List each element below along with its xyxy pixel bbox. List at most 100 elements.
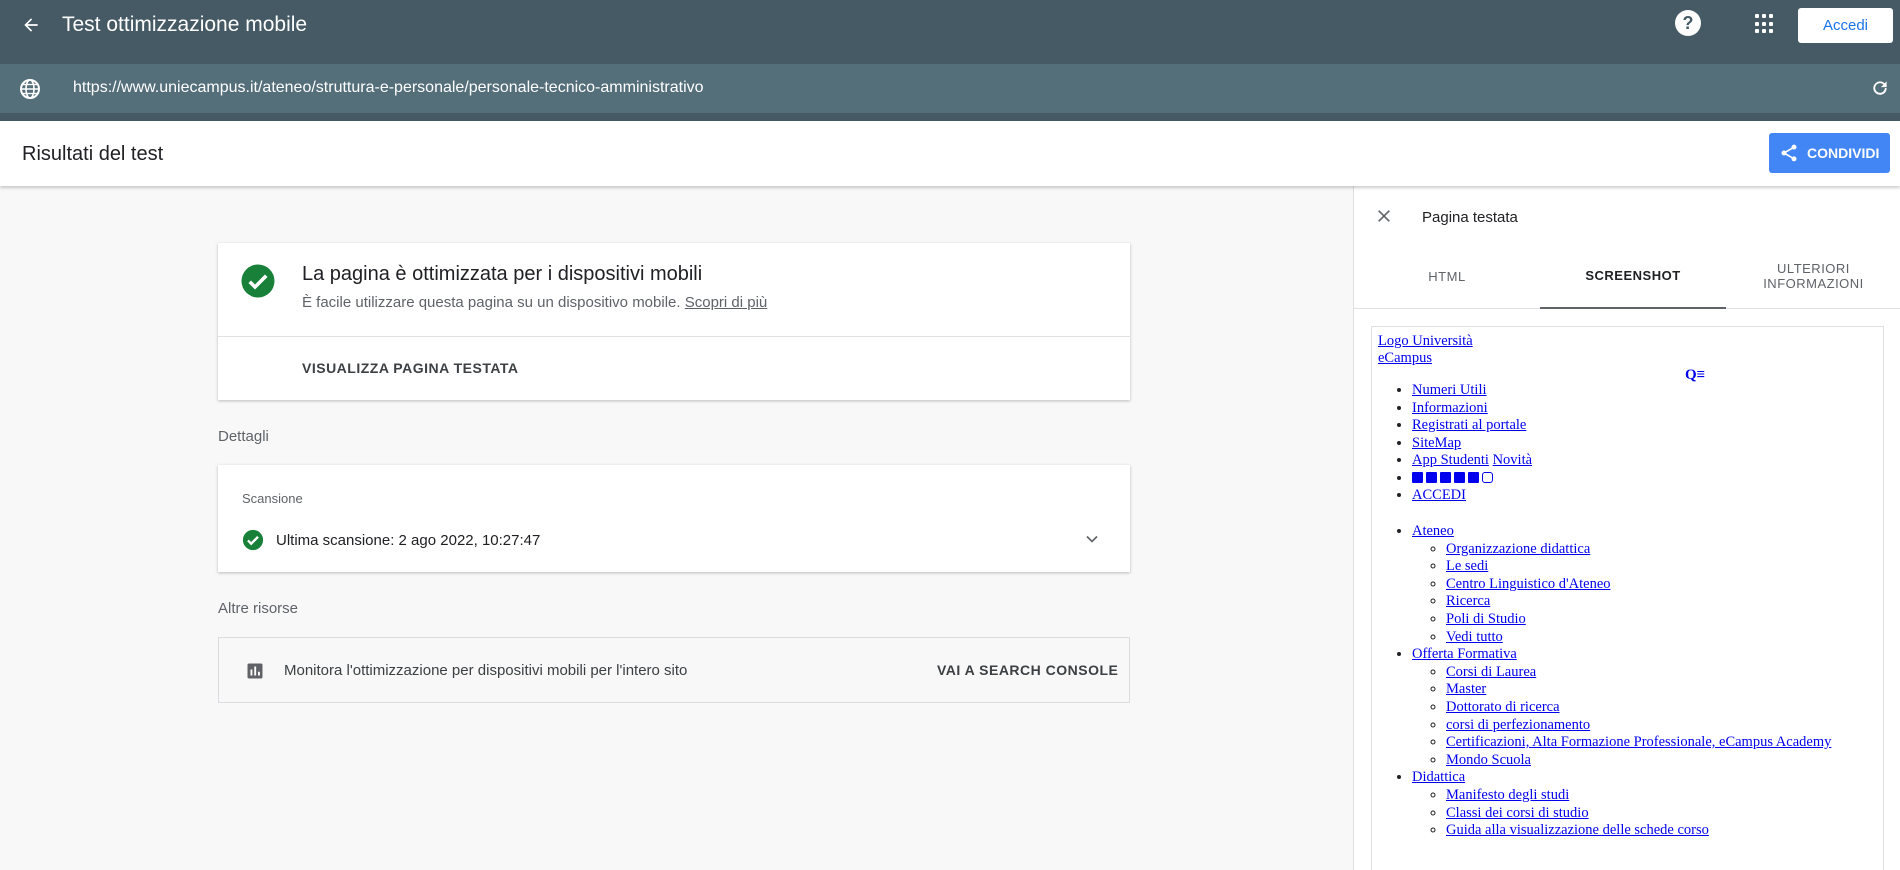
menu-link[interactable]: Offerta Formativa	[1412, 646, 1517, 662]
submenu-link[interactable]: Poli di Studio	[1446, 611, 1526, 627]
submenu-item: Corsi di Laurea	[1446, 664, 1872, 682]
tab-more-info[interactable]: ULTERIORI INFORMAZIONI	[1726, 243, 1900, 309]
submenu-link[interactable]: Dottorato di ricerca	[1446, 699, 1560, 715]
chevron-down-icon[interactable]	[1082, 529, 1102, 554]
submenu-link[interactable]: Organizzazione didattica	[1446, 541, 1590, 557]
submenu-item: Manifesto degli studi	[1446, 787, 1872, 805]
menu-link[interactable]: Didattica	[1412, 769, 1465, 785]
resources-label: Altre risorse	[218, 600, 299, 617]
list-item: SiteMap	[1412, 435, 1872, 453]
submenu-item: corsi di perfezionamento	[1446, 717, 1872, 735]
url-input[interactable]: https://www.uniecampus.it/ateneo/struttu…	[73, 79, 704, 97]
chart-icon	[246, 662, 264, 685]
submenu-link[interactable]: Vedi tutto	[1446, 629, 1503, 645]
submenu-link[interactable]: Master	[1446, 681, 1486, 697]
divider	[218, 336, 1130, 337]
refresh-icon[interactable]	[1870, 78, 1890, 103]
last-scan-text: Ultima scansione: 2 ago 2022, 10:27:47	[276, 531, 541, 549]
submenu-item: Guida alla visualizzazione delle schede …	[1446, 822, 1872, 840]
menu-item-offerta: Offerta Formativa Corsi di Laurea Master…	[1412, 646, 1872, 769]
submenu-item: Certificazioni, Alta Formazione Professi…	[1446, 734, 1872, 752]
submenu-link[interactable]: corsi di perfezionamento	[1446, 717, 1590, 733]
top-links: Numeri Utili Informazioni Registrati al …	[1412, 382, 1872, 505]
menu-link[interactable]: Ateneo	[1412, 523, 1454, 539]
instagram-icon[interactable]	[1482, 471, 1493, 483]
submenu-link[interactable]: Le sedi	[1446, 558, 1488, 574]
submenu-link[interactable]: Centro Linguistico d'Ateneo	[1446, 576, 1611, 592]
submenu-item: Centro Linguistico d'Ateneo	[1446, 576, 1872, 594]
submenu-link[interactable]: Classi dei corsi di studio	[1446, 805, 1589, 821]
result-card: La pagina è ottimizzata per i dispositiv…	[218, 243, 1130, 400]
share-label: CONDIVIDI	[1807, 145, 1880, 161]
scan-row: Ultima scansione: 2 ago 2022, 10:27:47	[242, 529, 540, 551]
linkedin-icon[interactable]	[1468, 471, 1479, 483]
search-console-link[interactable]: VAI A SEARCH CONSOLE	[937, 662, 1118, 678]
twitter-icon[interactable]	[1426, 471, 1437, 483]
page-screenshot: Logo Università eCampus Q≡ Numeri Utili …	[1371, 326, 1884, 870]
facebook-icon[interactable]	[1412, 471, 1423, 483]
share-icon	[1781, 144, 1797, 162]
submenu-link[interactable]: Mondo Scuola	[1446, 752, 1531, 768]
submenu-link[interactable]: Certificazioni, Alta Formazione Professi…	[1446, 734, 1831, 750]
tab-screenshot[interactable]: SCREENSHOT	[1540, 243, 1726, 309]
social-icons	[1412, 470, 1872, 488]
logo-link[interactable]: Logo Università eCampus	[1378, 333, 1498, 367]
tested-page-panel: Pagina testata HTML SCREENSHOT ULTERIORI…	[1353, 186, 1900, 870]
panel-title: Pagina testata	[1422, 209, 1518, 226]
login-button[interactable]: Accedi	[1798, 8, 1893, 43]
app-studenti-link[interactable]: App Studenti	[1412, 452, 1489, 468]
submenu-item: Le sedi	[1446, 558, 1872, 576]
novita-link[interactable]: Novità	[1493, 452, 1532, 468]
submenu-item: Mondo Scuola	[1446, 752, 1872, 770]
scan-label: Scansione	[242, 491, 303, 506]
submenu-item: Vedi tutto	[1446, 629, 1872, 647]
list-item: App Studenti Novità	[1412, 452, 1872, 470]
globe-icon	[18, 77, 42, 106]
submenu-link[interactable]: Guida alla visualizzazione delle schede …	[1446, 822, 1709, 838]
submenu-item: Poli di Studio	[1446, 611, 1872, 629]
submenu-item: Dottorato di ricerca	[1446, 699, 1872, 717]
menu-item-ateneo: Ateneo Organizzazione didattica Le sedi …	[1412, 523, 1872, 646]
share-button[interactable]: CONDIVIDI	[1769, 133, 1890, 173]
list-item: Informazioni	[1412, 400, 1872, 418]
sitemap-link[interactable]: SiteMap	[1412, 435, 1461, 451]
check-circle-icon	[240, 263, 276, 304]
app-title: Test ottimizzazione mobile	[62, 13, 308, 36]
submenu-item: Master	[1446, 681, 1872, 699]
page-title: Risultati del test	[22, 143, 164, 165]
result-title: La pagina è ottimizzata per i dispositiv…	[302, 263, 703, 285]
list-item: Numeri Utili	[1412, 382, 1872, 400]
result-subtitle-text: È facile utilizzare questa pagina su un …	[302, 294, 681, 311]
menu-item-didattica: Didattica Manifesto degli studi Classi d…	[1412, 769, 1872, 839]
submenu-item: Classi dei corsi di studio	[1446, 805, 1872, 823]
scan-card[interactable]: Scansione Ultima scansione: 2 ago 2022, …	[218, 465, 1130, 572]
back-arrow-icon[interactable]	[16, 8, 46, 42]
numeri-utili-link[interactable]: Numeri Utili	[1412, 382, 1487, 398]
youtube-icon[interactable]	[1440, 471, 1451, 483]
close-icon[interactable]	[1376, 208, 1392, 229]
view-tested-page-button[interactable]: VISUALIZZA PAGINA TESTATA	[302, 360, 519, 376]
panel-tabs: HTML SCREENSHOT ULTERIORI INFORMAZIONI	[1354, 243, 1900, 309]
tab-html[interactable]: HTML	[1354, 243, 1540, 309]
help-icon[interactable]: ?	[1675, 10, 1701, 36]
submenu-item: Organizzazione didattica	[1446, 541, 1872, 559]
submenu-link[interactable]: Manifesto degli studi	[1446, 787, 1569, 803]
resources-text: Monitora l'ottimizzazione per dispositiv…	[284, 662, 688, 679]
apps-grid-icon[interactable]	[1755, 14, 1775, 34]
registrati-link[interactable]: Registrati al portale	[1412, 417, 1526, 433]
list-item: Registrati al portale	[1412, 417, 1872, 435]
resources-card: Monitora l'ottimizzazione per dispositiv…	[218, 637, 1130, 703]
informazioni-link[interactable]: Informazioni	[1412, 400, 1488, 416]
app-bar: Test ottimizzazione mobile ? Accedi http…	[0, 0, 1900, 121]
results-header: Risultati del test CONDIVIDI	[0, 121, 1900, 186]
main-menu: Ateneo Organizzazione didattica Le sedi …	[1412, 523, 1872, 840]
google-plus-icon[interactable]	[1454, 471, 1465, 483]
submenu-link[interactable]: Corsi di Laurea	[1446, 664, 1536, 680]
check-circle-icon	[242, 529, 264, 551]
accedi-link[interactable]: ACCEDI	[1412, 487, 1466, 503]
list-item: ACCEDI	[1412, 487, 1872, 505]
result-subtitle: È facile utilizzare questa pagina su un …	[302, 294, 767, 311]
url-bar: https://www.uniecampus.it/ateneo/struttu…	[0, 64, 1900, 113]
learn-more-link[interactable]: Scopri di più	[685, 294, 768, 311]
submenu-link[interactable]: Ricerca	[1446, 593, 1490, 609]
